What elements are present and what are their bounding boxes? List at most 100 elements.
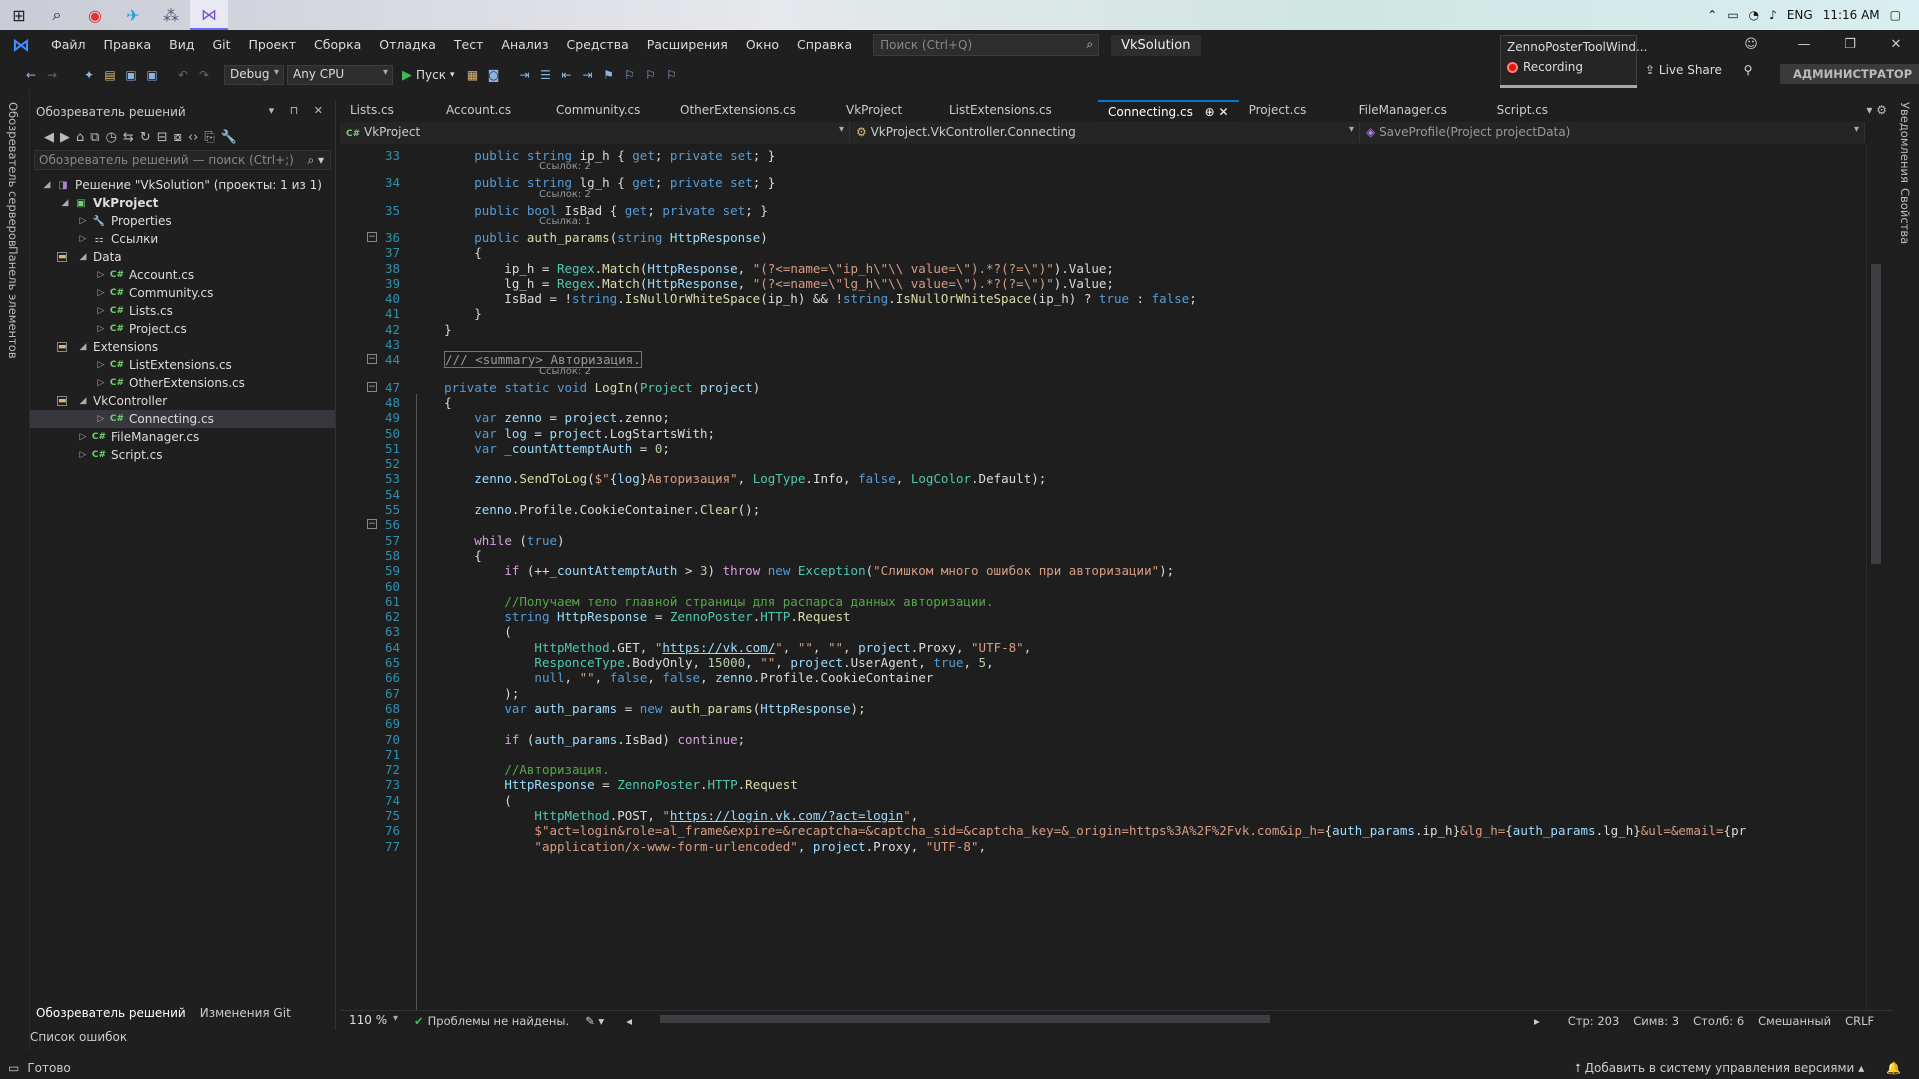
clear-bookmarks-icon[interactable]: ⚐ [663, 66, 681, 84]
collapse-region-icon[interactable]: − [367, 354, 377, 365]
back-icon[interactable]: ◀ [44, 130, 54, 145]
code-lens-references[interactable]: Ссылок: 2 [539, 189, 591, 200]
history-icon[interactable]: ◷ [106, 130, 117, 145]
switch-views-icon[interactable]: ⧉ [90, 130, 99, 145]
app-icon[interactable]: ⁂ [152, 0, 190, 30]
code-line[interactable]: public string ip_h { get; private set; } [414, 148, 775, 163]
code-line[interactable]: var zenno = project.zenno; [414, 410, 670, 425]
eol-indicator[interactable]: CRLF [1845, 1014, 1874, 1028]
next-bookmark-icon[interactable]: ⚐ [642, 66, 660, 84]
tree-item[interactable]: ◢ ▬ Data [30, 248, 335, 266]
tree-item[interactable]: ▷ C# Script.cs [30, 446, 335, 464]
code-line[interactable]: null, "", false, false, zenno.Profile.Co… [414, 670, 933, 685]
tree-item[interactable]: ▷ 🔧 Properties [30, 212, 335, 230]
start-debug-button[interactable]: ▶ Пуск ▾ [396, 68, 461, 83]
source-control-button[interactable]: ⭡ Добавить в систему управления версиями… [1575, 1061, 1901, 1076]
tree-item[interactable]: ▷ C# Community.cs [30, 284, 335, 302]
tab-solution-explorer[interactable]: Обозреватель решений [36, 1006, 186, 1026]
code-line[interactable]: zenno.SendToLog($"{log}Авторизация", Log… [414, 471, 1046, 486]
visual-studio-taskbar-icon[interactable]: ⋈ [190, 0, 228, 30]
whitespace-indicator[interactable]: Смешанный [1758, 1014, 1831, 1028]
bell-icon[interactable]: 🔔 [1886, 1061, 1901, 1075]
restore-button[interactable]: ❐ [1827, 30, 1873, 60]
type-dropdown[interactable]: ⚙ VkProject.VkController.Connecting [850, 122, 1360, 142]
chrome-icon[interactable]: ◉ [76, 0, 114, 30]
menu-help[interactable]: Справка [788, 30, 861, 60]
menu-debug[interactable]: Отладка [370, 30, 445, 60]
code-line[interactable]: if (auth_params.IsBad) continue; [414, 732, 745, 747]
code-line[interactable]: "application/x-www-form-urlencoded", pro… [414, 839, 986, 854]
recording-window[interactable]: ZennoPosterToolWind... Recording [1500, 35, 1648, 87]
menu-window[interactable]: Окно [737, 30, 788, 60]
menu-build[interactable]: Сборка [305, 30, 370, 60]
editor-tab[interactable]: OtherExtensions.cs [670, 100, 836, 122]
pending-changes-icon[interactable]: ⎘ [204, 130, 214, 145]
tree-item[interactable]: ▷ C# OtherExtensions.cs [30, 374, 335, 392]
code-line[interactable]: //Авторизация. [414, 762, 609, 777]
language-indicator[interactable]: ENG [1787, 8, 1813, 22]
platform-select[interactable]: Any CPU [287, 65, 393, 85]
problems-status[interactable]: Проблемы не найдены. [428, 1014, 569, 1028]
collapse-region-icon[interactable]: − [367, 381, 377, 392]
undo-icon[interactable]: ↶ [174, 66, 192, 84]
menu-edit[interactable]: Правка [95, 30, 161, 60]
code-line[interactable]: { [414, 245, 482, 260]
tree-item[interactable]: ▷ C# Account.cs [30, 266, 335, 284]
expanded-arrow-icon[interactable]: ◢ [76, 342, 90, 352]
line-indicator[interactable]: Стр: 203 [1568, 1014, 1620, 1028]
collapsed-arrow-icon[interactable]: ▷ [94, 378, 108, 388]
configuration-select[interactable]: Debug [224, 65, 284, 85]
refresh-icon[interactable]: ↻ [140, 130, 151, 145]
save-all-icon[interactable]: ▣ [143, 66, 161, 84]
char-indicator[interactable]: Симв: 3 [1633, 1014, 1679, 1028]
show-all-files-icon[interactable]: ⧇ [174, 130, 182, 145]
code-line[interactable]: ResponceType.BodyOnly, 15000, "", projec… [414, 655, 993, 670]
redo-icon[interactable]: ↷ [195, 66, 213, 84]
code-line[interactable]: { [414, 395, 452, 410]
code-line[interactable]: //Получаем тело главной страницы для рас… [414, 594, 993, 609]
collapse-all-icon[interactable]: ⊟ [157, 130, 168, 145]
menu-file[interactable]: Файл [42, 30, 95, 60]
code-line[interactable]: string HttpResponse = ZennoPoster.HTTP.R… [414, 609, 850, 624]
project-dropdown[interactable]: C# VkProject [340, 122, 850, 142]
member-dropdown[interactable]: ◈ SaveProfile(Project projectData) [1360, 122, 1865, 142]
expanded-arrow-icon[interactable]: ◢ [76, 252, 90, 262]
code-line[interactable]: ); [414, 686, 519, 701]
editor-tab[interactable]: Community.cs [546, 100, 670, 122]
collapsed-arrow-icon[interactable]: ▷ [76, 216, 90, 226]
code-line[interactable]: private static void LogIn(Project projec… [414, 380, 760, 395]
tree-item[interactable]: ▷ C# Lists.cs [30, 302, 335, 320]
new-project-icon[interactable]: ✦ [80, 66, 98, 84]
panel-controls[interactable]: ▾ ⊓ ✕ [269, 104, 329, 117]
code-line[interactable]: zenno.Profile.CookieContainer.Clear(); [414, 502, 760, 517]
code-editor[interactable]: public string ip_h { get; private set; }… [404, 144, 1866, 1010]
account-icon[interactable]: ☺ [1721, 30, 1781, 60]
expanded-arrow-icon[interactable]: ◢ [76, 396, 90, 406]
collapse-region-icon[interactable]: − [367, 519, 377, 530]
notifications-tab[interactable]: Уведомления [1898, 102, 1912, 183]
feedback-icon[interactable]: ⚲ [1744, 63, 1753, 77]
live-share-button[interactable]: ⇪ Live Share ⚲ [1645, 63, 1752, 77]
screenshot-icon[interactable]: ◙ [485, 66, 503, 84]
code-line[interactable]: while (true) [414, 533, 564, 548]
editor-tab[interactable]: Lists.cs [340, 100, 436, 122]
back-icon[interactable]: ← [22, 66, 40, 84]
scrollbar-thumb[interactable] [1871, 264, 1881, 564]
close-tab-icon[interactable]: ⊕ ✕ [1201, 105, 1229, 119]
code-line[interactable]: var _countAttemptAuth = 0; [414, 441, 670, 456]
menu-project[interactable]: Проект [240, 30, 306, 60]
error-list-tab[interactable]: Список ошибок [30, 1030, 127, 1050]
editor-tab[interactable]: FileManager.cs [1349, 100, 1487, 122]
code-lens-references[interactable]: Ссылок: 2 [539, 161, 591, 172]
menu-git[interactable]: Git [203, 30, 239, 60]
collapsed-arrow-icon[interactable]: ▷ [76, 432, 90, 442]
code-line[interactable]: lg_h = Regex.Match(HttpResponse, "(?<=na… [414, 276, 1114, 291]
telegram-icon[interactable]: ✈ [114, 0, 152, 30]
close-window-button[interactable]: ✕ [1873, 30, 1919, 60]
horizontal-scrollbar-thumb[interactable] [660, 1015, 1270, 1023]
code-line[interactable]: ip_h = Regex.Match(HttpResponse, "(?<=na… [414, 261, 1114, 276]
chevron-up-icon[interactable]: ⌃ [1707, 8, 1717, 22]
editor-tab[interactable]: Project.cs [1239, 100, 1349, 122]
tree-item[interactable]: ▷ C# Connecting.cs [30, 410, 335, 428]
code-lens-references[interactable]: Ссылок: 2 [539, 366, 591, 377]
